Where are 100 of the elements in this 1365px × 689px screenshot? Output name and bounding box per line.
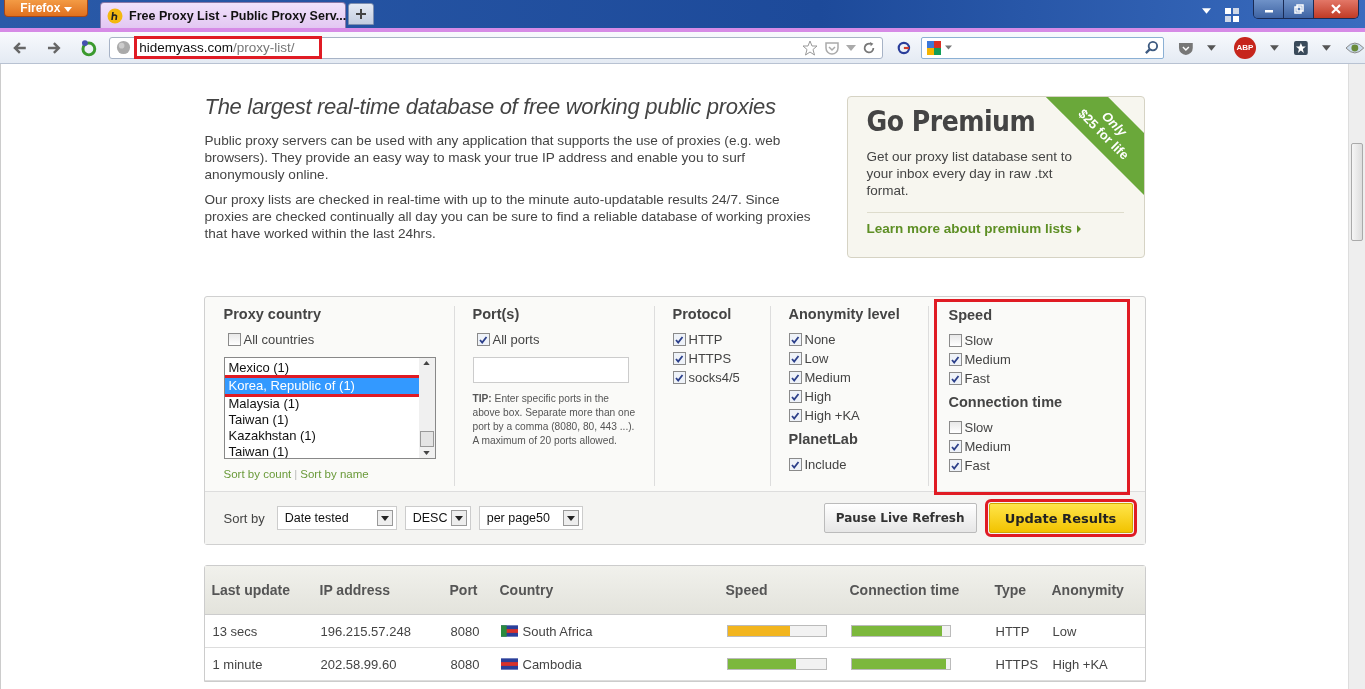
ports-tip: TIP: Enter specific ports in the above box. Separate more than one port by a comma (8080, 80, 443 ...). A maximum of 20 ports allowed.: [472, 392, 637, 448]
filter-title: Port(s): [472, 306, 521, 322]
filter-title: Speed: [948, 307, 993, 323]
extension-icon[interactable]: [897, 40, 912, 55]
search-engine-icon[interactable]: [926, 39, 943, 56]
tab-groups-icon[interactable]: [1225, 8, 1239, 22]
checkbox[interactable]: [672, 371, 686, 384]
checkbox[interactable]: [788, 352, 802, 365]
sort-link[interactable]: Sort by count: [223, 468, 292, 480]
checkbox[interactable]: [476, 333, 490, 346]
close-button[interactable]: [1314, 0, 1358, 18]
minimize-button[interactable]: [1254, 0, 1284, 18]
checkbox-label: Medium: [804, 370, 851, 385]
table-cell-text: High +KA: [1051, 656, 1109, 672]
list-scrollbar[interactable]: [418, 358, 435, 458]
checkbox[interactable]: [788, 390, 802, 403]
caret-icon[interactable]: [1202, 8, 1211, 14]
address-bar[interactable]: hidemyass.com/proxy-list/: [109, 36, 884, 59]
table-cell-text: 202.58.99.60: [319, 656, 398, 672]
link-separator: |: [294, 468, 298, 480]
filter-title: Connection time: [948, 394, 1064, 410]
country-option[interactable]: Malaysia (1): [224, 396, 419, 412]
ports-input[interactable]: [472, 357, 629, 383]
checkbox-label: Fast: [964, 371, 990, 386]
dropdown-icon[interactable]: [1207, 44, 1217, 51]
filter-title: PlanetLab: [788, 431, 859, 447]
checkbox-label: All countries: [243, 332, 315, 347]
reload-icon[interactable]: [79, 38, 98, 57]
sort-dropdown[interactable]: Date tested: [276, 506, 397, 530]
sort-link[interactable]: Sort by name: [300, 468, 369, 480]
pause-button[interactable]: Pause Live Refresh: [823, 503, 977, 533]
search-field[interactable]: [921, 36, 1164, 59]
column-header[interactable]: Speed: [718, 582, 843, 598]
table-cell-text: HTTP: [994, 623, 1031, 639]
column-header[interactable]: Type: [987, 582, 1045, 598]
country-listbox[interactable]: Mexico (1) Korea, Republic of (1) Malaysia (1) Taiwan (1) Kazakhstan (1) Taiwan (1): [223, 357, 436, 459]
checkbox[interactable]: [788, 409, 802, 422]
table-cell-text: 13 secs: [211, 623, 259, 639]
scroll-up-icon[interactable]: [423, 361, 430, 365]
checkbox[interactable]: [788, 371, 802, 384]
checkbox-label: High +KA: [804, 408, 860, 423]
checkbox[interactable]: [948, 353, 962, 366]
checkbox[interactable]: [948, 372, 962, 385]
browser-tab[interactable]: Free Proxy List - Public Proxy Serv...: [100, 2, 346, 28]
star-icon[interactable]: [802, 39, 819, 56]
table-cell: South Africa: [522, 623, 593, 639]
checkbox-label: Slow: [964, 420, 993, 435]
forward-icon[interactable]: [45, 39, 62, 56]
bookmark-star-icon[interactable]: [1292, 39, 1309, 56]
caret-icon: [63, 7, 72, 12]
country-option[interactable]: Kazakhstan (1): [224, 428, 419, 444]
scroll-down-icon[interactable]: [423, 451, 430, 455]
flag-icon: [500, 658, 518, 670]
checkbox-label: Low: [804, 351, 829, 366]
plus-icon: [355, 8, 367, 20]
column-header[interactable]: Country: [492, 582, 719, 598]
checkbox-label: Include: [804, 457, 847, 472]
country-option[interactable]: Taiwan (1): [224, 412, 419, 428]
column-header[interactable]: IP address: [312, 582, 443, 598]
sort-label: Sort by: [223, 510, 265, 526]
checkbox[interactable]: [948, 421, 962, 434]
column-header[interactable]: Last update: [204, 582, 313, 598]
new-tab-button[interactable]: [348, 3, 374, 25]
refresh-icon[interactable]: [862, 40, 877, 55]
checkbox[interactable]: [948, 459, 962, 472]
checkbox[interactable]: [672, 333, 686, 346]
checkbox[interactable]: [948, 334, 962, 347]
column-header[interactable]: Connection time: [842, 582, 988, 598]
premium-link[interactable]: Learn more about premium lists: [866, 221, 1073, 236]
country-option[interactable]: Taiwan (1): [224, 444, 419, 458]
filter-title: Proxy country: [223, 306, 322, 322]
checkbox[interactable]: [227, 333, 241, 346]
sort-dropdown[interactable]: DESC: [404, 506, 471, 530]
checkbox[interactable]: [788, 458, 802, 471]
column-header[interactable]: Anonymity: [1044, 582, 1143, 598]
checkbox[interactable]: [948, 440, 962, 453]
checkbox-label: Slow: [964, 333, 993, 348]
checkbox-label: Medium: [964, 352, 1011, 367]
checkbox[interactable]: [788, 333, 802, 346]
country-option[interactable]: Mexico (1): [224, 360, 419, 376]
dropdown-icon[interactable]: [945, 45, 953, 50]
close-icon: [1331, 4, 1341, 14]
adblock-button[interactable]: ABP: [1234, 36, 1256, 59]
flag-icon: [500, 625, 518, 637]
restore-icon: [1293, 4, 1304, 14]
table-cell-text: 8080: [449, 656, 481, 672]
checkbox-label: HTTPS: [688, 351, 732, 366]
premium-title: Go Premium: [866, 105, 1036, 138]
eye-icon[interactable]: [1345, 40, 1365, 55]
scrollbar-thumb[interactable]: [419, 431, 434, 447]
dropdown-icon[interactable]: [1322, 44, 1332, 51]
restore-button[interactable]: [1284, 0, 1314, 18]
table-cell: Cambodia: [522, 656, 582, 672]
column-header[interactable]: Port: [442, 582, 493, 598]
sort-dropdown[interactable]: per page50: [478, 506, 583, 530]
table-cell-text: 8080: [449, 623, 481, 639]
page-scrollbar[interactable]: [1348, 64, 1365, 689]
checkbox[interactable]: [672, 352, 686, 365]
dropdown-icon[interactable]: [1269, 44, 1279, 51]
search-icon[interactable]: [1143, 40, 1159, 55]
